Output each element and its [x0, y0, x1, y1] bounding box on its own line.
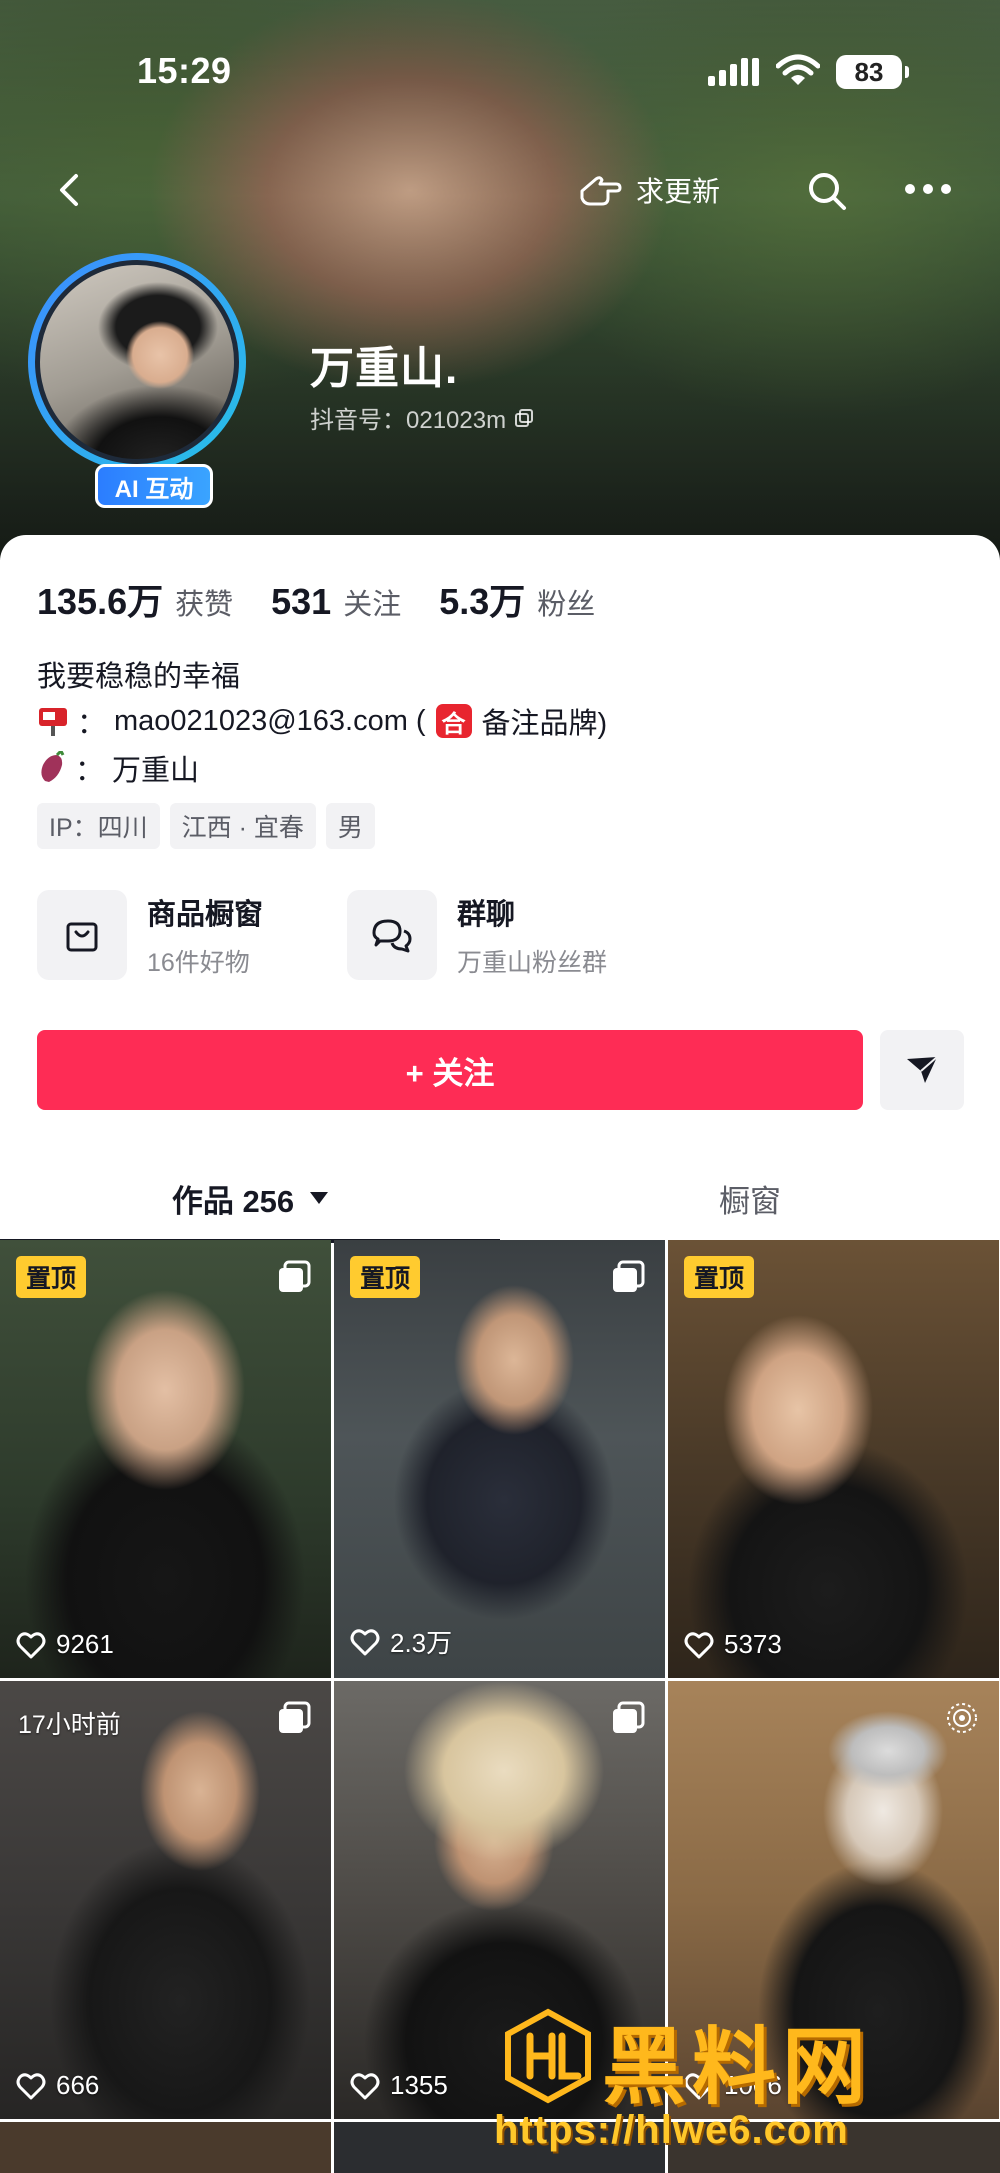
video-thumbnail[interactable]: 置顶 2.3万: [334, 1240, 665, 1678]
copy-icon[interactable]: [514, 408, 534, 428]
request-update-label: 求更新: [636, 176, 721, 207]
content-tabs: 作品 256 橱窗: [0, 1155, 1000, 1245]
brand-cooperation-icon: 合: [435, 704, 472, 738]
like-count-text: 1355: [390, 2070, 448, 2100]
multi-image-icon: [613, 1701, 645, 1733]
video-thumbnail[interactable]: 17小时前 666: [0, 1681, 331, 2119]
group-chat-entry[interactable]: 群聊 万重山粉丝群: [347, 890, 657, 980]
like-count: 2.3万: [350, 1623, 452, 1660]
tag-gender: 男: [325, 803, 375, 849]
pinned-badge: 置顶: [16, 1256, 87, 1298]
signal-icon: [708, 56, 760, 86]
stat-followers[interactable]: 5.3万 粉丝: [439, 573, 595, 625]
stat-number: 135.6万: [37, 581, 164, 622]
send-icon: [907, 1056, 938, 1083]
like-count-text: 2.3万: [390, 1628, 453, 1658]
like-count-text: 5373: [724, 1629, 782, 1659]
multi-image-icon: [279, 1701, 311, 1733]
avatar[interactable]: [28, 253, 246, 471]
status-bar: 15:29 83: [0, 40, 1000, 110]
name-line: ： 万重山: [37, 747, 199, 789]
site-watermark: 黑料网 https://hlwe6.com: [492, 2000, 992, 2160]
like-count: 9261: [16, 1629, 114, 1660]
douyin-id-text: 抖音号：021023m: [310, 407, 507, 434]
tag-row: IP：四川 江西 · 宜春 男: [37, 803, 375, 849]
video-thumbnail-image: [668, 1240, 999, 1678]
brand-note: 备注品牌): [481, 708, 608, 740]
live-photo-icon: [947, 1703, 977, 1733]
like-count: 1355: [350, 2070, 448, 2101]
stat-number: 531: [271, 581, 332, 622]
watermark-url: https://hlwe6.com: [494, 2108, 849, 2152]
more-icon[interactable]: [905, 184, 951, 198]
multi-image-icon: [279, 1260, 311, 1292]
request-update-button[interactable]: 求更新: [578, 168, 720, 212]
pointing-hand-icon: [580, 176, 622, 206]
entry-subtitle: 16件好物: [147, 949, 250, 977]
wifi-icon: [776, 54, 820, 85]
tab-works[interactable]: 作品 256: [0, 1155, 500, 1241]
caret-down-icon: [310, 1192, 329, 1204]
entry-row: 商品橱窗 16件好物 群聊 万重山粉丝群: [37, 890, 657, 980]
nickname: 万重山.: [310, 344, 459, 393]
tab-window[interactable]: 橱窗: [500, 1155, 1000, 1241]
pinned-badge: 置顶: [684, 1256, 755, 1298]
status-time: 15:29: [137, 50, 232, 91]
watermark-logo: [505, 2008, 591, 2104]
stat-label: 粉丝: [537, 589, 596, 621]
bio: 我要稳稳的幸福: [37, 661, 241, 693]
email-address: mao021023@163.com: [114, 704, 408, 737]
video-thumbnail-image: [0, 1681, 331, 2119]
like-count: 666: [16, 2070, 99, 2101]
stat-label: 获赞: [175, 589, 234, 621]
like-count-text: 9261: [56, 1629, 114, 1659]
search-icon[interactable]: [806, 170, 848, 212]
watermark-title: 黑料网: [602, 2020, 873, 2114]
heart-icon: [16, 2072, 46, 2099]
like-count: 5373: [684, 1629, 782, 1660]
sweet-potato-icon: [41, 751, 65, 782]
mailbox-icon: [39, 708, 67, 736]
stat-likes[interactable]: 135.6万 获赞: [37, 573, 233, 625]
video-thumbnail[interactable]: 置顶 9261: [0, 1240, 331, 1678]
like-count-text: 666: [56, 2070, 100, 2100]
video-thumbnail-image: [0, 1240, 331, 1678]
heart-icon: [350, 1628, 380, 1655]
stat-number: 5.3万: [439, 581, 526, 622]
name-line-text: ： 万重山: [75, 755, 200, 787]
ai-interact-badge[interactable]: AI 互动: [95, 464, 213, 508]
send-message-button[interactable]: [880, 1030, 964, 1110]
tag-ip: IP：四川: [37, 803, 160, 849]
tab-works-label: 作品 256: [171, 1183, 295, 1219]
tab-window-label: 橱窗: [719, 1183, 781, 1219]
top-nav: 求更新: [0, 160, 1000, 220]
email-line: ： mao021023@163.com ( 合 备注品牌): [37, 700, 607, 742]
shop-window-entry[interactable]: 商品橱窗 16件好物: [37, 890, 347, 980]
heart-icon: [350, 2072, 380, 2099]
avatar-image: [35, 260, 239, 464]
entry-title: 商品橱窗: [147, 899, 264, 931]
back-icon[interactable]: [50, 170, 90, 210]
video-thumbnail-image: [334, 1240, 665, 1678]
video-thumbnail[interactable]: 置顶 5373: [668, 1240, 999, 1678]
stat-following[interactable]: 531 关注: [271, 581, 401, 623]
chat-bubbles-icon: [347, 890, 437, 980]
entry-subtitle: 万重山粉丝群: [457, 949, 608, 977]
douyin-id[interactable]: 抖音号：021023m: [310, 400, 534, 435]
heart-icon: [16, 1631, 46, 1658]
time-badge: 17小时前: [18, 1711, 121, 1739]
entry-title: 群聊: [457, 899, 516, 931]
tag-location: 江西 · 宜春: [169, 803, 316, 849]
battery-indicator: 83: [836, 55, 909, 89]
paren-open: (: [415, 704, 426, 737]
pinned-badge: 置顶: [350, 1256, 421, 1298]
shopping-bag-icon: [37, 890, 127, 980]
stats-row: 135.6万 获赞 531 关注 5.3万 粉丝: [37, 573, 595, 625]
stat-label: 关注: [343, 589, 402, 621]
multi-image-icon: [613, 1260, 645, 1292]
email-prefix: ：: [77, 708, 107, 740]
follow-button[interactable]: + 关注: [37, 1030, 863, 1110]
heart-icon: [684, 1631, 714, 1658]
video-grid: 置顶 9261 置顶 2.3万 置顶 5373 17小时前 666 1355 1…: [0, 1240, 1000, 2119]
